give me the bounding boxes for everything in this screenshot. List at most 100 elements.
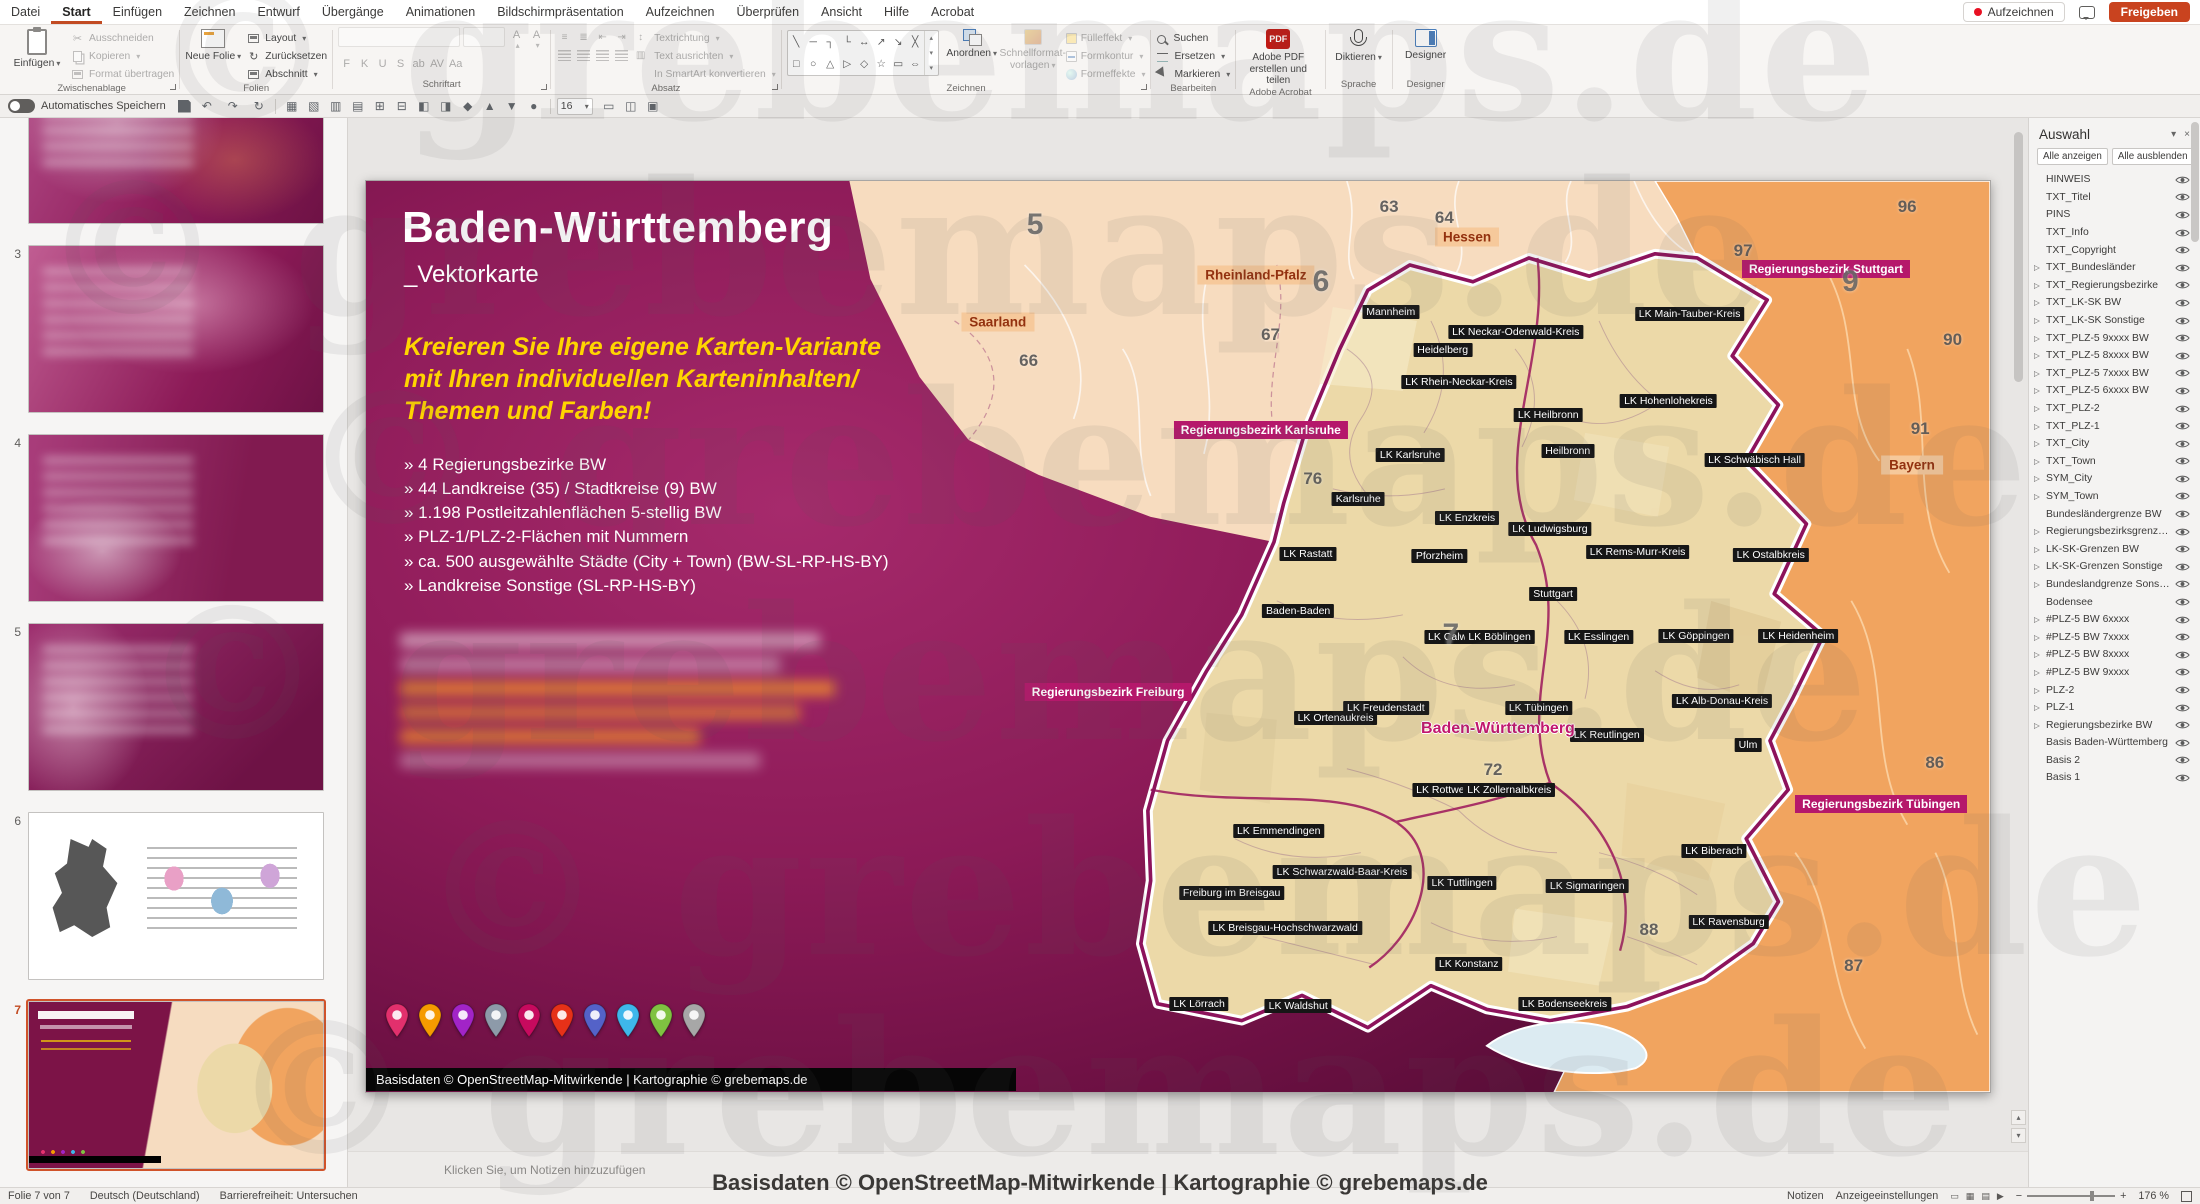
district-label[interactable]: LK Schwarzwald-Baar-Kreis — [1273, 865, 1412, 879]
district-label[interactable]: LK Rems-Murr-Kreis — [1586, 545, 1690, 559]
font-style-button[interactable]: AV — [428, 55, 446, 72]
pane-dropdown-icon[interactable]: ▾ — [2171, 129, 2176, 140]
expander-icon[interactable]: ▷ — [2034, 545, 2044, 554]
menu-tab[interactable]: Acrobat — [920, 0, 985, 24]
map-pin-icon[interactable] — [648, 1003, 674, 1039]
map-pin-icon[interactable] — [516, 1003, 542, 1039]
region-label[interactable]: Regierungsbezirk Stuttgart — [1742, 260, 1910, 278]
shape-icon[interactable]: ╳ — [912, 36, 918, 48]
dialog-launcher-icon[interactable] — [541, 84, 547, 90]
district-label[interactable]: LK Main-Tauber-Kreis — [1635, 307, 1745, 321]
map-pin-icon[interactable] — [549, 1003, 575, 1039]
record-button[interactable]: Aufzeichnen — [1963, 2, 2065, 22]
new-slide-button[interactable]: Neue Folie▾ — [185, 27, 241, 63]
font-style-button[interactable]: ab — [410, 55, 427, 72]
dialog-launcher-icon[interactable] — [772, 84, 778, 90]
slide-title[interactable]: Baden-Württemberg — [402, 203, 833, 253]
visibility-eye-icon[interactable] — [2172, 755, 2192, 765]
redo-icon[interactable]: ↷ — [223, 97, 243, 115]
zoom-slider-thumb[interactable] — [2090, 1191, 2094, 1201]
expander-icon[interactable]: ▷ — [2034, 580, 2044, 589]
expander-icon[interactable]: ▷ — [2034, 686, 2044, 695]
shape-icon[interactable]: ⇔ — [910, 58, 921, 70]
shape-icon[interactable]: □ — [793, 58, 799, 70]
state-label[interactable]: Rheinland-Pfalz — [1197, 265, 1314, 284]
layer-item[interactable]: ▷ TXT_PLZ-5 6xxxx BW — [2029, 382, 2192, 400]
expander-icon[interactable]: ▷ — [2034, 281, 2044, 290]
layer-item[interactable]: ▷ PLZ-1 — [2029, 699, 2192, 717]
state-label[interactable]: Bayern — [1881, 456, 1943, 475]
map-pin-icon[interactable] — [450, 1003, 476, 1039]
hide-all-button[interactable]: Alle ausblenden — [2112, 148, 2194, 165]
visibility-eye-icon[interactable] — [2172, 579, 2192, 589]
slide-subtitle[interactable]: _Vektorkarte — [404, 261, 539, 289]
visibility-eye-icon[interactable] — [2172, 720, 2192, 730]
district-label[interactable]: LK Göppingen — [1658, 629, 1733, 643]
toolbar-icon[interactable]: ▤ — [348, 97, 368, 115]
menu-tab[interactable]: Zeichnen — [173, 0, 246, 24]
arrange-button[interactable]: Anordnen▾ — [944, 27, 1000, 60]
pane-scrollbar[interactable] — [2191, 122, 2199, 242]
district-label[interactable]: LK Hohenlohekreis — [1620, 394, 1717, 408]
text-direction-button[interactable]: Textrichtung▾ — [654, 30, 776, 47]
layer-item[interactable]: ▷ #PLZ-5 BW 6xxxx — [2029, 611, 2192, 629]
visibility-eye-icon[interactable] — [2172, 562, 2192, 572]
designer-button[interactable]: Designer — [1398, 27, 1454, 62]
zoom-slider[interactable] — [2027, 1195, 2115, 1197]
district-label[interactable]: LK Waldshut — [1265, 999, 1332, 1013]
reading-view-icon[interactable]: ▤ — [1981, 1191, 1990, 1202]
district-label[interactable]: LK Tübingen — [1505, 701, 1572, 715]
toolbar-icon[interactable]: ▥ — [326, 97, 346, 115]
menu-tab[interactable]: Animationen — [395, 0, 487, 24]
district-label[interactable]: Heilbronn — [1541, 444, 1594, 458]
layer-item[interactable]: ▷ Basis 1 — [2029, 769, 2192, 787]
language-selector[interactable]: Deutsch (Deutschland) — [90, 1190, 200, 1202]
visibility-eye-icon[interactable] — [2172, 685, 2192, 695]
district-label[interactable]: LK Breisgau-Hochschwarzwald — [1209, 921, 1362, 935]
layer-item[interactable]: ▷ Basis Baden-Württemberg — [2029, 734, 2192, 752]
expander-icon[interactable]: ▷ — [2034, 492, 2044, 501]
layer-item[interactable]: ▷ TXT_City — [2029, 435, 2192, 453]
visibility-eye-icon[interactable] — [2172, 280, 2192, 290]
visibility-eye-icon[interactable] — [2172, 245, 2192, 255]
slide-thumbnail[interactable] — [28, 245, 324, 413]
map-pin-icon[interactable] — [417, 1003, 443, 1039]
next-slide-button[interactable]: ▾ — [2011, 1128, 2026, 1143]
district-label[interactable]: LK Reutlingen — [1570, 728, 1644, 742]
expander-icon[interactable]: ▷ — [2034, 351, 2044, 360]
visibility-eye-icon[interactable] — [2172, 316, 2192, 326]
comments-icon[interactable] — [2079, 6, 2095, 19]
visibility-eye-icon[interactable] — [2172, 228, 2192, 238]
expander-icon[interactable]: ▷ — [2034, 633, 2044, 642]
menu-tab[interactable]: Einfügen — [102, 0, 173, 24]
menu-tab[interactable]: Start — [51, 0, 101, 24]
font-style-button[interactable]: Aa — [447, 55, 464, 72]
save-icon[interactable] — [178, 100, 191, 113]
menu-tab[interactable]: Hilfe — [873, 0, 920, 24]
columns-icon[interactable]: ▥ — [632, 48, 649, 63]
layer-item[interactable]: ▷ LK-SK-Grenzen Sonstige — [2029, 558, 2192, 576]
dictate-button[interactable]: Diktieren▾ — [1331, 27, 1387, 64]
district-label[interactable]: LK Bodenseekreis — [1518, 997, 1611, 1011]
state-label[interactable]: Saarland — [961, 313, 1034, 332]
shape-outline-button[interactable]: Formkontur▾ — [1066, 48, 1146, 65]
district-label[interactable]: LK Alb-Donau-Kreis — [1672, 694, 1772, 708]
visibility-eye-icon[interactable] — [2172, 509, 2192, 519]
region-label[interactable]: Regierungsbezirk Tübingen — [1795, 795, 1967, 813]
district-label[interactable]: LK Heidenheim — [1758, 629, 1838, 643]
district-label[interactable]: Karlsruhe — [1332, 492, 1385, 506]
vertical-scrollbar[interactable] — [2012, 122, 2025, 1095]
expander-icon[interactable]: ▷ — [2034, 721, 2044, 730]
shape-icon[interactable]: ┐ — [826, 36, 833, 48]
district-label[interactable]: Freiburg im Breisgau — [1179, 886, 1284, 900]
visibility-eye-icon[interactable] — [2172, 527, 2192, 537]
district-label[interactable]: LK Neckar-Odenwald-Kreis — [1448, 325, 1583, 339]
font-style-button[interactable]: F — [338, 55, 355, 72]
numbered-list-icon[interactable]: ≣ — [575, 30, 592, 45]
region-label[interactable]: Regierungsbezirk Karlsruhe — [1174, 421, 1348, 439]
expander-icon[interactable]: ▷ — [2034, 474, 2044, 483]
line-spacing-icon[interactable]: ↕ — [632, 30, 649, 45]
layer-item[interactable]: ▷ Basis 2 — [2029, 752, 2192, 770]
visibility-eye-icon[interactable] — [2172, 667, 2192, 677]
layer-item[interactable]: ▷ TXT_LK-SK BW — [2029, 294, 2192, 312]
